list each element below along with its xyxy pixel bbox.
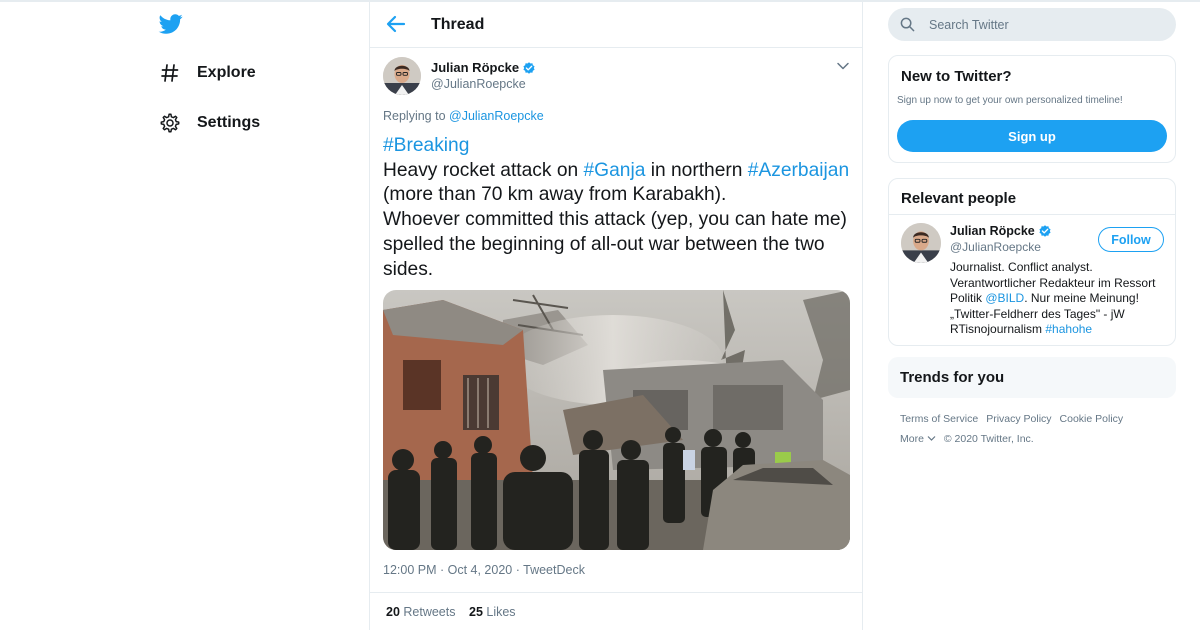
gear-icon [158, 111, 182, 135]
tweet-timestamp[interactable]: 12:00 PM · Oct 4, 2020 · TweetDeck [383, 563, 585, 577]
nav-item-explore[interactable]: Explore [158, 61, 256, 85]
bio-line: Verantwortlicher Redakteur im Ressort [950, 276, 1172, 292]
replying-to: Replying to @JulianRoepcke [383, 109, 544, 123]
tweet-text-segment: sides. [383, 258, 434, 280]
search-placeholder: Search Twitter [929, 18, 1009, 32]
tweet-text-segment: in northern [645, 159, 748, 181]
search-input[interactable]: Search Twitter [888, 8, 1176, 41]
twitter-thread-page: Explore Settings Thread Julian Röpcke @J… [0, 0, 1200, 630]
likes-count: 25 [469, 605, 483, 619]
relevant-people-title: Relevant people [901, 190, 1017, 207]
tweet-text-line: spelled the beginning of all-out war bet… [383, 233, 853, 258]
terms-link[interactable]: Terms of Service [900, 413, 978, 425]
bio-text-segment: Verantwortlicher Redakteur im Ressort [950, 275, 1156, 290]
bio-text-segment: . Nur meine Meinung! [1024, 291, 1139, 306]
sign-up-button[interactable]: Sign up [897, 120, 1167, 152]
tweet-text-segment: (more than 70 km away from Karabakh). [383, 184, 727, 206]
left-navigation: Explore Settings [0, 0, 370, 630]
likes-stat[interactable]: 25 Likes [469, 605, 516, 619]
more-label: More [900, 433, 924, 445]
nav-item-settings[interactable]: Settings [158, 111, 260, 135]
retweets-count: 20 [386, 605, 400, 619]
person-name-text: Julian Röpcke [950, 224, 1035, 238]
chevron-down-icon [927, 436, 936, 441]
new-to-twitter-subtitle: Sign up now to get your own personalized… [897, 95, 1123, 106]
footer-more-row: More © 2020 Twitter, Inc. [900, 433, 1123, 445]
tweet-text-line: (more than 70 km away from Karabakh). [383, 183, 853, 208]
trends-title: Trends for you [900, 369, 1005, 386]
tweet-text-line: Whoever committed this attack (yep, you … [383, 208, 853, 233]
search-icon [900, 17, 915, 32]
person-avatar[interactable] [901, 223, 941, 263]
tweet-text-segment: Whoever committed this attack (yep, you … [383, 209, 847, 231]
hashtag-icon [158, 61, 182, 85]
cookie-link[interactable]: Cookie Policy [1060, 413, 1124, 425]
nav-label-explore: Explore [197, 64, 256, 81]
author-name-text: Julian Röpcke [431, 60, 520, 75]
retweets-stat[interactable]: 20 Retweets [386, 605, 456, 619]
tweet-author-handle[interactable]: @JulianRoepcke [431, 77, 526, 91]
tweet-text-line: sides. [383, 258, 853, 283]
hashtag-link[interactable]: #Ganja [584, 160, 646, 181]
tweet-text: #Breaking Heavy rocket attack on #Ganja i… [383, 134, 853, 282]
bio-text-segment: Politik [950, 291, 986, 306]
tweet-text-segment: spelled the beginning of all-out war bet… [383, 233, 825, 255]
nav-label-settings: Settings [197, 114, 261, 131]
person-bio: Journalist. Conflict analyst. Verantwortl… [950, 260, 1172, 338]
verified-badge-icon [523, 61, 535, 74]
tweet-media-image[interactable] [383, 290, 850, 550]
verified-badge-icon [1039, 225, 1051, 237]
card-divider [889, 214, 1175, 215]
new-to-twitter-card: New to Twitter? Sign up now to get your … [888, 55, 1176, 163]
back-arrow-icon[interactable] [384, 13, 408, 35]
replying-to-link[interactable]: @JulianRoepcke [449, 109, 544, 123]
replying-prefix: Replying to [383, 109, 450, 123]
retweets-label: Retweets [399, 605, 456, 619]
new-to-twitter-title: New to Twitter? [901, 68, 1012, 85]
tweet-text-segment: Heavy rocket attack on [383, 159, 584, 181]
author-avatar[interactable] [383, 57, 421, 95]
bio-text-segment: „Twitter-Feldherr des Tages" - jW [950, 306, 1125, 321]
more-menu[interactable]: More [900, 433, 936, 445]
bio-line: Journalist. Conflict analyst. [950, 260, 1172, 276]
chevron-down-icon[interactable] [836, 60, 850, 72]
follow-button[interactable]: Follow [1098, 227, 1164, 252]
privacy-link[interactable]: Privacy Policy [986, 413, 1051, 425]
hashtag-link[interactable]: #Azerbaijan [748, 160, 849, 181]
bio-link[interactable]: #hahohe [1045, 322, 1092, 336]
footer-links: Terms of Service Privacy Policy Cookie P… [900, 413, 1123, 425]
copyright: © 2020 Twitter, Inc. [943, 433, 1034, 445]
tweet-stats: 20 Retweets 25 Likes [370, 592, 862, 630]
bio-line: Politik @BILD. Nur meine Meinung! [950, 291, 1172, 307]
page-title: Thread [431, 16, 485, 33]
hashtag-link[interactable]: #Breaking [383, 135, 469, 156]
bio-text-segment: Journalist. Conflict analyst. [950, 260, 1093, 274]
thread-column: Thread Julian Röpcke @JulianRoepcke Repl… [369, 0, 863, 630]
twitter-logo-icon[interactable] [158, 12, 184, 36]
thread-header: Thread [370, 0, 862, 48]
likes-label: Likes [482, 605, 516, 619]
bio-text-segment: RTisnojournalism [950, 322, 1046, 337]
trends-card: Trends for you [888, 357, 1176, 398]
footer: Terms of Service Privacy Policy Cookie P… [900, 413, 1123, 453]
tweet-text-line: Heavy rocket attack on #Ganja in norther… [383, 159, 853, 184]
tweet-text-line: #Breaking [383, 134, 853, 159]
person-handle[interactable]: @JulianRoepcke [950, 240, 1041, 254]
bio-line: RTisnojournalism #hahohe [950, 322, 1172, 338]
relevant-people-card: Relevant people Julian Röpcke @JulianRoe… [888, 178, 1176, 346]
person-name[interactable]: Julian Röpcke [950, 224, 1052, 238]
tweet-author-name[interactable]: Julian Röpcke [431, 60, 536, 75]
bio-line: „Twitter-Feldherr des Tages" - jW [950, 307, 1172, 323]
bio-link[interactable]: @BILD [985, 291, 1024, 305]
